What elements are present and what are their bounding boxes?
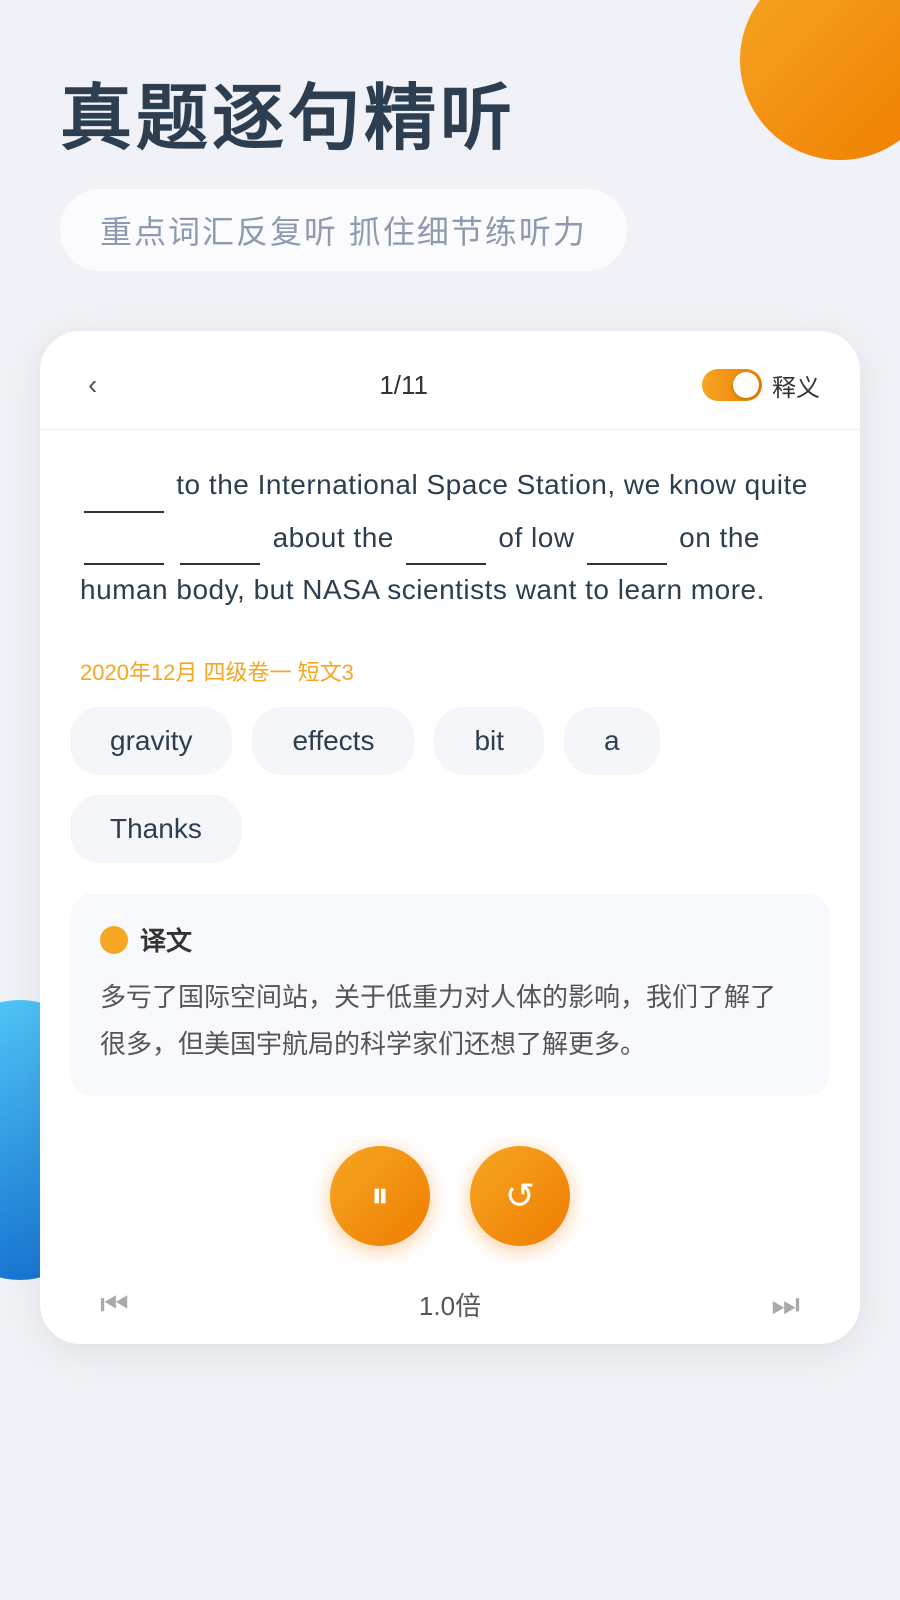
prev-button[interactable]: ⏮ [100,1286,129,1324]
word-chip-effects[interactable]: effects [252,707,414,775]
translation-header: 译文 [100,921,800,958]
toggle-area: 释义 [702,368,820,403]
replay-icon: ↺ [505,1175,535,1217]
main-card: ‹ 1/11 释义 to the International Space Sta… [40,331,860,1344]
play-pause-button[interactable]: ⏸ [330,1146,430,1246]
source-info: 2020年12月 四级卷一 短文3 [40,655,860,687]
toggle-thumb [733,372,759,398]
toggle-label: 释义 [772,368,820,403]
subtitle-text: 重点词汇反复听 抓住细节练听力 [100,214,587,250]
next-button[interactable]: ⏭ [771,1286,800,1324]
main-title: 真题逐句精听 [60,80,840,159]
header-section: 真题逐句精听 重点词汇反复听 抓住细节练听力 [0,0,900,291]
sentence-text: to the International Space Station, we k… [80,460,820,615]
word-chip-gravity[interactable]: gravity [70,707,232,775]
card-nav: ‹ 1/11 释义 [40,331,860,430]
replay-button[interactable]: ↺ [470,1146,570,1246]
back-button[interactable]: ‹ [80,361,105,409]
bottom-controls: ⏸ ↺ [40,1126,860,1256]
blank-5 [587,513,667,565]
play-pause-icon: ⏸ [371,1174,389,1217]
word-chip-bit[interactable]: bit [434,707,544,775]
translation-section: 译文 多亏了国际空间站，关于低重力对人体的影响，我们了解了很多，但美国宇航局的科… [70,893,830,1096]
word-chip-thanks[interactable]: Thanks [70,795,242,863]
definition-toggle[interactable] [702,369,762,401]
sentence-counter: 1/11 [379,370,428,401]
sentence-part-1: to the International Space Station, we k… [176,469,808,500]
blank-4 [406,513,486,565]
translation-title: 译文 [140,921,192,958]
sentence-part-3: of low [498,522,582,553]
blank-3 [180,513,260,565]
bottom-bar: ⏮ 1.0倍 ⏭ [40,1266,860,1344]
speed-label[interactable]: 1.0倍 [419,1286,481,1323]
word-options: gravity effects bit a Thanks [40,687,860,883]
subtitle-box: 重点词汇反复听 抓住细节练听力 [60,189,627,271]
blank-2 [84,513,164,565]
translation-text: 多亏了国际空间站，关于低重力对人体的影响，我们了解了很多，但美国宇航局的科学家们… [100,974,800,1068]
blank-1 [84,460,164,512]
word-chip-a[interactable]: a [564,707,660,775]
sentence-part-2: about the [273,522,403,553]
translation-icon [100,926,128,954]
sentence-area: to the International Space Station, we k… [40,430,860,635]
